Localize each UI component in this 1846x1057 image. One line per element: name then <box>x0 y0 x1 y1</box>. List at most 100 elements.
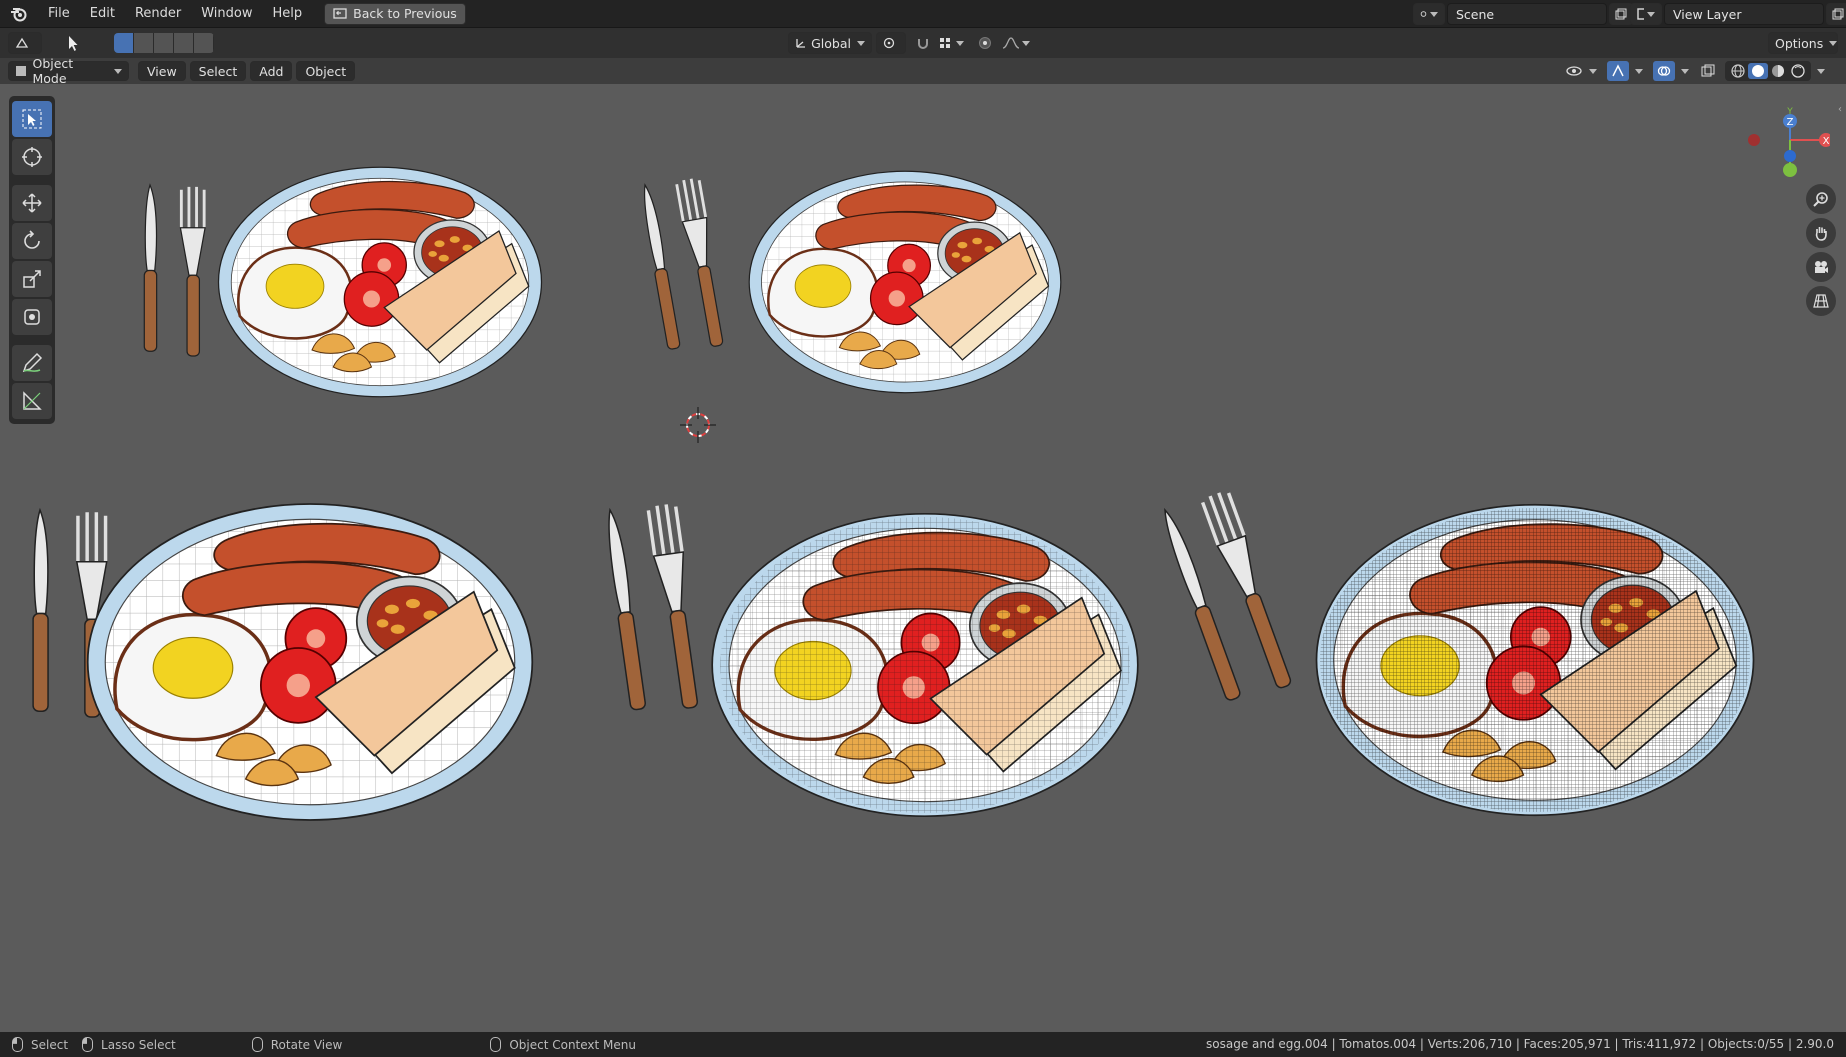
perspective-toggle-button[interactable] <box>1806 286 1836 316</box>
cursor-crosshair-icon <box>22 147 42 167</box>
menu-edit[interactable]: Edit <box>80 0 125 28</box>
select-extend-button[interactable] <box>134 33 154 53</box>
status-lasso-text: Lasso Select <box>101 1037 176 1052</box>
selection-mode-segment <box>114 33 214 53</box>
gizmo-y-label: Y <box>1786 107 1793 117</box>
gizmo-x-label: X <box>1823 136 1830 147</box>
sidebar-toggle-icon[interactable]: ‹ <box>1838 104 1846 116</box>
status-context-hint: Object Context Menu <box>490 1037 636 1052</box>
view-layer-icon <box>1637 8 1644 20</box>
cursor-tool[interactable] <box>12 139 52 175</box>
move-arrows-icon <box>22 193 42 213</box>
chevron-down-icon[interactable] <box>1817 68 1825 74</box>
select-intersect-button[interactable] <box>194 33 214 53</box>
chevron-down-icon[interactable] <box>1681 68 1689 74</box>
chevron-down-icon[interactable] <box>1022 40 1030 46</box>
status-select-hint: Select <box>12 1037 68 1052</box>
menu-help[interactable]: Help <box>263 0 313 28</box>
scale-icon <box>23 270 41 288</box>
visibility-eye-icon[interactable] <box>1565 64 1583 78</box>
solid-shading-icon[interactable] <box>1748 63 1768 79</box>
snap-controls <box>916 36 1030 50</box>
object-menu-label: Object <box>305 63 347 79</box>
scene-browse-button[interactable] <box>1413 3 1445 25</box>
add-menu-button[interactable]: Add <box>250 61 293 81</box>
blender-logo-icon[interactable] <box>0 0 38 28</box>
options-dropdown[interactable]: Options <box>1768 32 1838 54</box>
new-view-layer-button[interactable] <box>1826 3 1846 25</box>
transform-tool[interactable] <box>12 299 52 335</box>
xray-toggle-icon[interactable] <box>1701 64 1715 78</box>
rotate-tool[interactable] <box>12 223 52 259</box>
status-lasso-hint: Lasso Select <box>82 1037 176 1052</box>
top-menu-bar: File Edit Render Window Help Back to Pre… <box>0 0 1846 28</box>
3d-cursor-icon <box>680 407 716 443</box>
snap-magnet-icon[interactable] <box>916 36 930 50</box>
navigation-gizmo[interactable]: Z Y X <box>1740 104 1833 184</box>
scene-render <box>31 165 1756 822</box>
scale-tool[interactable] <box>12 261 52 297</box>
gizmo-icon <box>1612 64 1624 77</box>
chevron-down-icon[interactable] <box>1589 68 1597 74</box>
copy-icon <box>1832 8 1844 20</box>
wireframe-shading-icon[interactable] <box>1728 63 1748 79</box>
view-layer-field[interactable]: View Layer <box>1664 3 1824 25</box>
measure-tool[interactable] <box>12 383 52 419</box>
mouse-left-icon <box>12 1037 23 1052</box>
chevron-down-icon[interactable] <box>1635 68 1643 74</box>
viewport-header: Object Mode View Select Add Object <box>0 56 1846 86</box>
camera-view-button[interactable] <box>1806 252 1836 282</box>
select-box-tool[interactable] <box>12 101 52 137</box>
scene-name-field[interactable]: Scene <box>1447 3 1607 25</box>
status-context-text: Object Context Menu <box>509 1037 636 1052</box>
falloff-curve-icon[interactable] <box>1002 36 1020 50</box>
chevron-down-icon <box>1647 11 1655 17</box>
snap-grid-icon[interactable] <box>938 36 952 50</box>
grid-perspective-icon <box>1813 294 1829 308</box>
proportional-editing-icon[interactable] <box>978 36 992 50</box>
material-shading-icon[interactable] <box>1768 63 1788 79</box>
3d-viewport[interactable] <box>0 84 1846 1032</box>
scene-statistics: sosage and egg.004 | Tomatos.004 | Verts… <box>1206 1037 1834 1051</box>
chevron-down-icon <box>1829 40 1838 46</box>
menu-render[interactable]: Render <box>125 0 191 28</box>
scene-icon <box>1420 11 1427 17</box>
active-tool-icon[interactable] <box>60 32 86 54</box>
chevron-down-icon[interactable] <box>956 40 964 46</box>
view-layer-browse-button[interactable] <box>1630 3 1662 25</box>
object-menu-button[interactable]: Object <box>296 61 356 81</box>
pan-button[interactable] <box>1806 218 1836 248</box>
rotate-icon <box>24 230 40 249</box>
transform-orientation-dropdown[interactable]: Global <box>788 32 872 54</box>
copy-icon <box>1615 8 1627 20</box>
select-menu-button[interactable]: Select <box>189 61 247 81</box>
scene-name-text: Scene <box>1456 6 1495 22</box>
tool-settings-header: Global Options <box>0 28 1846 58</box>
back-to-previous-label: Back to Previous <box>353 6 457 21</box>
chevron-down-icon <box>114 68 122 74</box>
shading-mode-segment <box>1725 61 1811 81</box>
select-new-button[interactable] <box>114 33 134 53</box>
move-tool[interactable] <box>12 185 52 221</box>
zoom-button[interactable] <box>1806 184 1836 214</box>
orientation-axes-icon <box>796 39 806 48</box>
view-layer-text: View Layer <box>1673 6 1742 22</box>
menu-window[interactable]: Window <box>191 0 262 28</box>
back-to-previous-button[interactable]: Back to Previous <box>324 2 466 25</box>
back-screen-icon <box>333 7 347 19</box>
menu-file[interactable]: File <box>38 0 80 28</box>
view-menu-button[interactable]: View <box>138 61 186 81</box>
pivot-point-dropdown[interactable] <box>876 32 906 54</box>
annotate-tool[interactable] <box>12 345 52 381</box>
select-subtract-button[interactable] <box>154 33 174 53</box>
overlays-toggle-button[interactable] <box>1653 61 1675 81</box>
editor-type-button[interactable] <box>8 32 42 54</box>
object-mode-dropdown[interactable]: Object Mode <box>8 56 129 86</box>
transform-icon <box>24 309 40 325</box>
gizmo-toggle-button[interactable] <box>1607 61 1629 81</box>
rendered-shading-icon[interactable] <box>1788 63 1808 79</box>
status-rotate-text: Rotate View <box>270 1037 343 1052</box>
tool-shelf <box>9 96 55 424</box>
select-difference-button[interactable] <box>174 33 194 53</box>
pivot-point-icon <box>883 37 895 49</box>
